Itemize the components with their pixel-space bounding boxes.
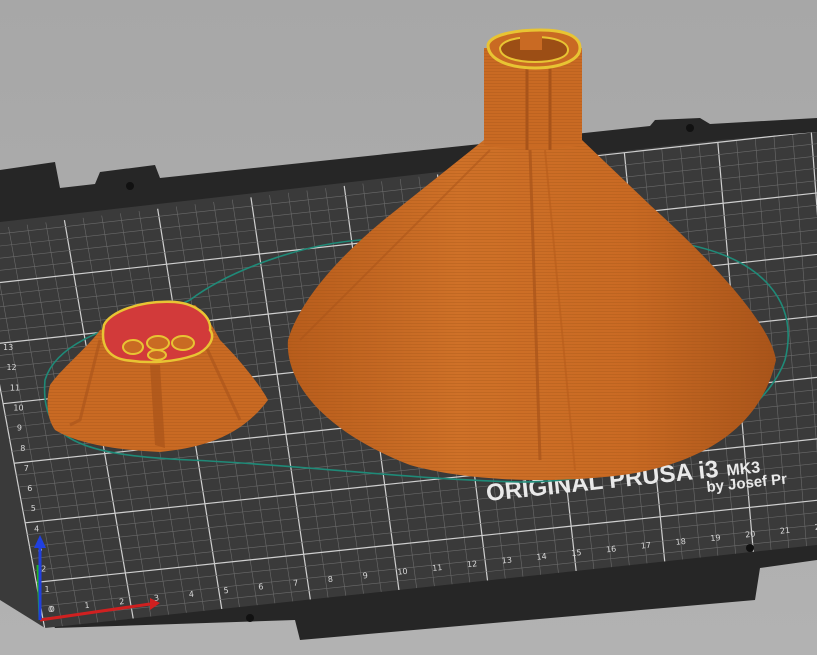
x-tick-label: 8 bbox=[327, 575, 333, 584]
scene-canvas[interactable]: ORIGINAL PRUSA i3 MK3 by Josef Pr 0123456… bbox=[0, 0, 817, 655]
spout-notch bbox=[520, 36, 542, 50]
y-tick-label: 7 bbox=[24, 464, 29, 473]
x-tick-label: 19 bbox=[710, 533, 721, 543]
x-tick-label: 15 bbox=[571, 548, 582, 558]
x-tick-label: 7 bbox=[293, 578, 299, 587]
bed-screw bbox=[246, 614, 254, 622]
y-tick-label: 1 bbox=[45, 585, 50, 594]
hole-2 bbox=[146, 335, 170, 351]
x-tick-label: 1 bbox=[84, 601, 90, 610]
hole-3 bbox=[171, 335, 195, 351]
y-tick-label: 0 bbox=[48, 605, 53, 614]
hole-4 bbox=[147, 349, 167, 361]
x-tick-label: 4 bbox=[188, 590, 194, 599]
3d-viewport[interactable]: ORIGINAL PRUSA i3 MK3 by Josef Pr 0123456… bbox=[0, 0, 817, 655]
y-tick-label: 6 bbox=[27, 484, 32, 493]
y-tick-label: 5 bbox=[31, 504, 36, 513]
x-tick-label: 2 bbox=[119, 597, 125, 606]
x-tick-label: 13 bbox=[501, 556, 512, 566]
x-tick-label: 14 bbox=[536, 552, 547, 562]
x-tick-label: 12 bbox=[467, 559, 478, 569]
y-tick-label: 8 bbox=[20, 444, 25, 453]
x-tick-label: 18 bbox=[675, 537, 686, 547]
bed-screw bbox=[126, 182, 134, 190]
y-tick-label: 10 bbox=[13, 403, 23, 412]
bed-screw bbox=[746, 544, 754, 552]
y-tick-label: 4 bbox=[34, 524, 39, 533]
x-tick-label: 16 bbox=[606, 544, 617, 554]
x-tick-label: 5 bbox=[223, 586, 229, 595]
x-tick-label: 21 bbox=[779, 526, 790, 536]
x-tick-label: 6 bbox=[258, 582, 264, 591]
y-tick-label: 2 bbox=[41, 565, 46, 574]
y-tick-label: 9 bbox=[17, 424, 22, 433]
bed-screw bbox=[686, 124, 694, 132]
y-tick-label: 11 bbox=[10, 383, 20, 392]
y-tick-label: 12 bbox=[6, 363, 16, 372]
x-tick-label: 20 bbox=[745, 529, 756, 539]
hole-1 bbox=[122, 339, 144, 355]
y-tick-label: 13 bbox=[3, 343, 13, 352]
x-tick-label: 11 bbox=[432, 563, 443, 573]
x-tick-label: 17 bbox=[640, 541, 651, 551]
x-tick-label: 10 bbox=[397, 567, 408, 577]
x-tick-label: 9 bbox=[362, 571, 368, 580]
